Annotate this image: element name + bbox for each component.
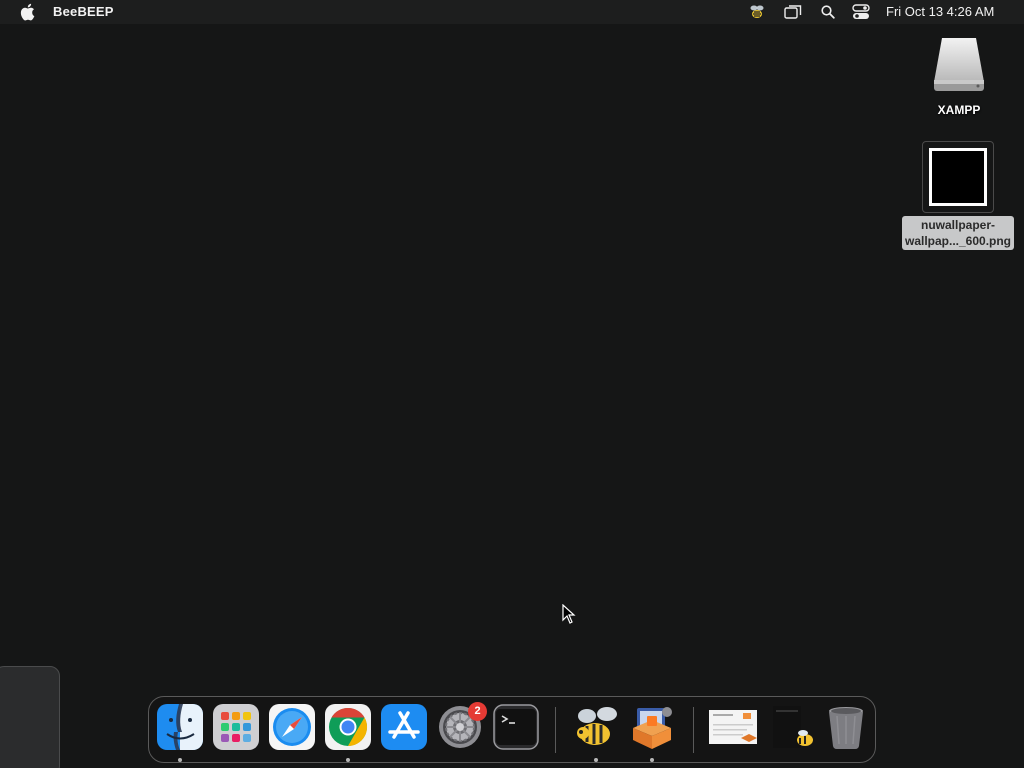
desktop-icon-label: XAMPP — [937, 103, 981, 117]
control-center-icon[interactable] — [852, 3, 870, 21]
offscreen-window-fragment[interactable] — [0, 666, 60, 768]
mouse-cursor-icon — [562, 604, 576, 624]
spotlight-search-icon[interactable] — [819, 3, 837, 21]
safari-icon[interactable] — [269, 704, 315, 750]
notification-badge: 2 — [468, 702, 487, 721]
xampp-icon[interactable] — [629, 704, 675, 750]
apple-logo-icon[interactable] — [19, 3, 35, 21]
menubar-clock[interactable]: Fri Oct 13 4:26 AM — [886, 4, 994, 19]
beebeep-icon[interactable] — [573, 704, 619, 750]
running-indicator — [650, 758, 654, 762]
dock — [148, 696, 876, 763]
beebeep-status-icon[interactable] — [748, 3, 766, 21]
screen-mirroring-icon[interactable] — [784, 3, 802, 21]
launchpad-icon[interactable] — [213, 704, 259, 750]
app-store-icon[interactable] — [381, 704, 427, 750]
desktop-icon-xampp[interactable]: XAMPP — [922, 34, 996, 117]
desktop-file-label: nuwallpaper- wallpap..._600.png — [901, 216, 1015, 250]
screenshot-thumbnail-icon[interactable] — [769, 704, 815, 750]
trash-icon[interactable] — [823, 704, 869, 750]
desktop-icon-wallpaper-file[interactable]: nuwallpaper- wallpap..._600.png — [896, 141, 1020, 250]
active-app-menu[interactable]: BeeBEEP — [53, 4, 114, 19]
image-file-icon — [922, 141, 994, 213]
dock-separator — [693, 707, 694, 753]
chrome-icon[interactable] — [325, 704, 371, 750]
drive-icon — [934, 38, 984, 91]
running-indicator — [594, 758, 598, 762]
image-thumbnail — [929, 148, 987, 206]
dock-separator — [555, 707, 556, 753]
menu-bar: BeeBEEP Fri Oct 13 4:26 AM — [0, 0, 1024, 24]
finder-icon[interactable] — [157, 704, 203, 750]
document-thumbnail-icon[interactable] — [707, 704, 759, 750]
running-indicator — [346, 758, 350, 762]
running-indicator — [178, 758, 182, 762]
terminal-icon[interactable] — [493, 704, 539, 750]
